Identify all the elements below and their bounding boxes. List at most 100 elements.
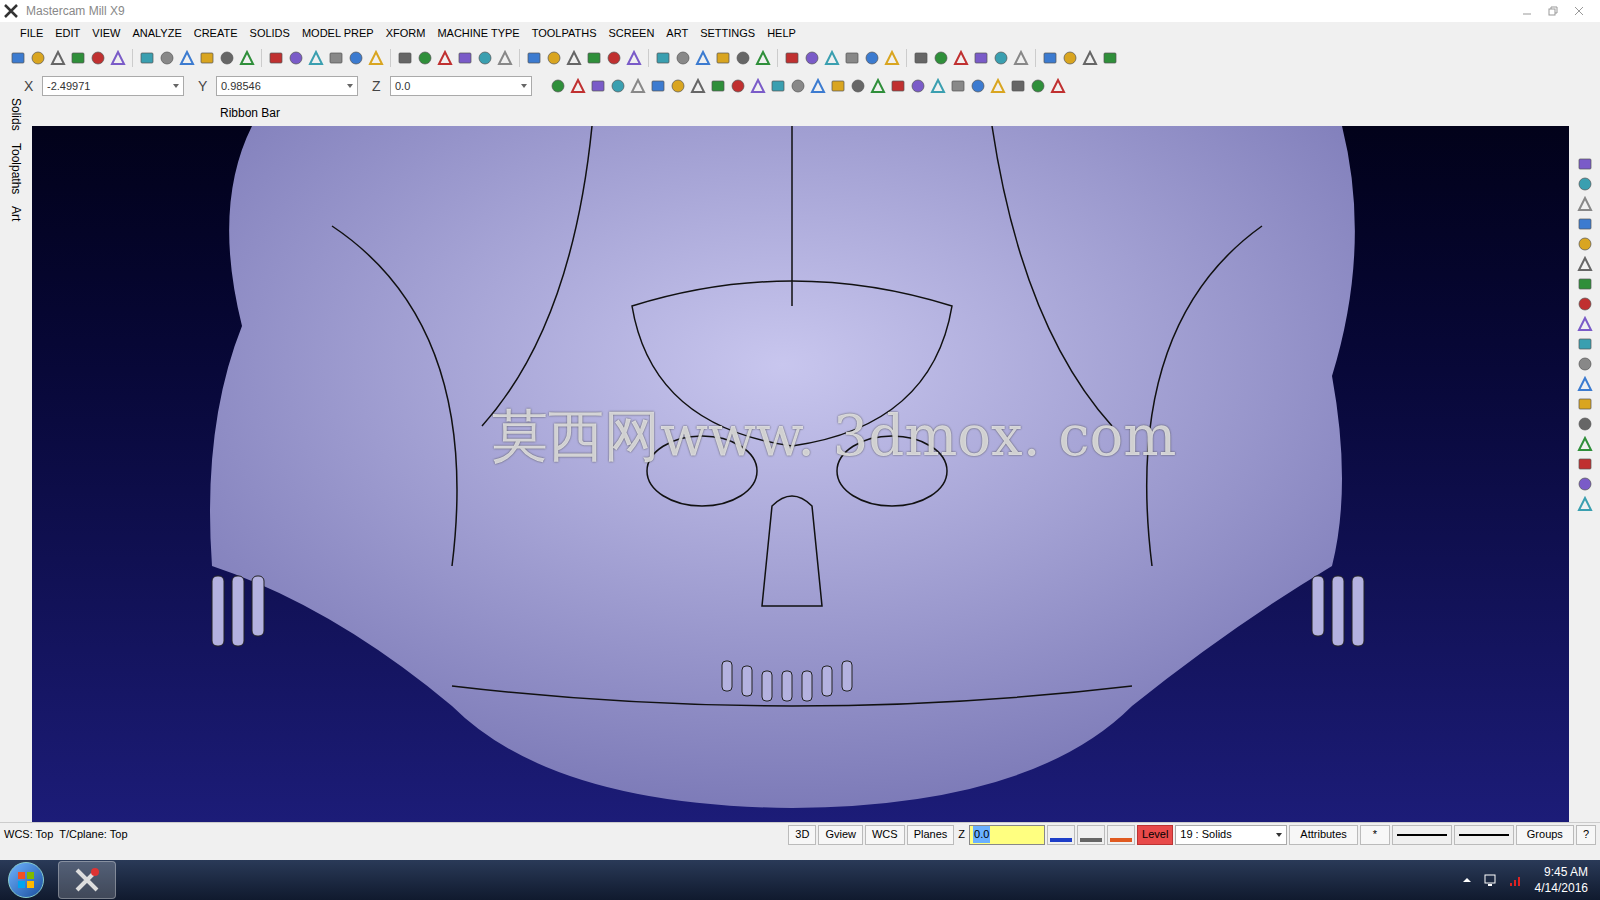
menu-item[interactable]: CREATE xyxy=(188,25,244,42)
tool-icon[interactable] xyxy=(870,78,886,94)
tool-icon[interactable] xyxy=(910,78,926,94)
tool-icon[interactable] xyxy=(1010,78,1026,94)
tool-icon[interactable] xyxy=(784,50,800,66)
tool-icon[interactable] xyxy=(586,50,602,66)
tool-icon[interactable] xyxy=(626,50,642,66)
tool-icon[interactable] xyxy=(864,50,880,66)
tool-icon[interactable] xyxy=(610,78,626,94)
level-dropdown[interactable]: 19 : Solids xyxy=(1175,825,1287,845)
network-icon[interactable] xyxy=(1483,873,1497,887)
tool-icon[interactable] xyxy=(675,50,691,66)
menu-item[interactable]: VIEW xyxy=(86,25,126,42)
dropdown-arrow-icon[interactable] xyxy=(1276,833,1282,837)
line-style-dropdown[interactable] xyxy=(1454,825,1514,845)
tool-icon[interactable] xyxy=(397,50,413,66)
tool-icon[interactable] xyxy=(1577,236,1593,252)
coordinate-field[interactable]: -2.49971 xyxy=(42,76,184,96)
tool-icon[interactable] xyxy=(695,50,711,66)
tool-icon[interactable] xyxy=(824,50,840,66)
tool-icon[interactable] xyxy=(1082,50,1098,66)
tool-icon[interactable] xyxy=(730,78,746,94)
dropdown-arrow-icon[interactable] xyxy=(521,84,527,88)
tool-icon[interactable] xyxy=(239,50,255,66)
menu-item[interactable]: ANALYZE xyxy=(126,25,187,42)
tool-icon[interactable] xyxy=(417,50,433,66)
tool-icon[interactable] xyxy=(930,78,946,94)
menu-item[interactable]: HELP xyxy=(761,25,802,42)
tool-icon[interactable] xyxy=(139,50,155,66)
tool-icon[interactable] xyxy=(570,78,586,94)
tool-icon[interactable] xyxy=(1577,476,1593,492)
tool-icon[interactable] xyxy=(810,78,826,94)
tool-icon[interactable] xyxy=(884,50,900,66)
tool-icon[interactable] xyxy=(368,50,384,66)
restore-icon[interactable] xyxy=(1548,6,1558,16)
side-tab[interactable]: Solids xyxy=(3,98,29,131)
level-button[interactable]: Level xyxy=(1137,825,1173,845)
tool-icon[interactable] xyxy=(735,50,751,66)
tool-icon[interactable] xyxy=(566,50,582,66)
tool-icon[interactable] xyxy=(457,50,473,66)
tool-icon[interactable] xyxy=(1577,156,1593,172)
tool-icon[interactable] xyxy=(933,50,949,66)
color-button[interactable] xyxy=(1047,825,1075,845)
menu-item[interactable]: TOOLPATHS xyxy=(526,25,603,42)
tool-icon[interactable] xyxy=(1577,276,1593,292)
tool-icon[interactable] xyxy=(10,50,26,66)
tool-icon[interactable] xyxy=(1577,196,1593,212)
tool-icon[interactable] xyxy=(1577,376,1593,392)
tool-icon[interactable] xyxy=(1030,78,1046,94)
tool-icon[interactable] xyxy=(219,50,235,66)
line-style-dropdown[interactable] xyxy=(1392,825,1452,845)
tool-icon[interactable] xyxy=(526,50,542,66)
tool-icon[interactable] xyxy=(30,50,46,66)
status-button[interactable]: Gview xyxy=(818,825,863,845)
tool-icon[interactable] xyxy=(630,78,646,94)
status-button[interactable]: 3D xyxy=(788,825,816,845)
side-tab[interactable]: Art xyxy=(3,206,29,221)
tool-icon[interactable] xyxy=(590,78,606,94)
menu-item[interactable]: XFORM xyxy=(380,25,432,42)
tool-icon[interactable] xyxy=(288,50,304,66)
tool-icon[interactable] xyxy=(973,50,989,66)
tool-icon[interactable] xyxy=(199,50,215,66)
tool-icon[interactable] xyxy=(477,50,493,66)
tool-icon[interactable] xyxy=(110,50,126,66)
tool-icon[interactable] xyxy=(1042,50,1058,66)
close-icon[interactable] xyxy=(1574,6,1584,16)
tool-icon[interactable] xyxy=(715,50,731,66)
mastercam-taskbar-button[interactable] xyxy=(58,861,116,899)
start-button[interactable] xyxy=(8,862,44,898)
tool-icon[interactable] xyxy=(1013,50,1029,66)
tool-icon[interactable] xyxy=(550,78,566,94)
tool-icon[interactable] xyxy=(1577,256,1593,272)
clock-time[interactable]: 9:45 AM xyxy=(1544,864,1588,880)
tool-icon[interactable] xyxy=(1577,216,1593,232)
tool-icon[interactable] xyxy=(990,78,1006,94)
tool-icon[interactable] xyxy=(606,50,622,66)
color-button[interactable] xyxy=(1107,825,1135,845)
tool-icon[interactable] xyxy=(1577,336,1593,352)
tool-icon[interactable] xyxy=(770,78,786,94)
color-button[interactable] xyxy=(1077,825,1105,845)
status-button[interactable]: WCS xyxy=(865,825,905,845)
tool-icon[interactable] xyxy=(90,50,106,66)
dropdown-arrow-icon[interactable] xyxy=(173,84,179,88)
status-button[interactable]: Groups xyxy=(1516,825,1574,845)
tool-icon[interactable] xyxy=(70,50,86,66)
tool-icon[interactable] xyxy=(670,78,686,94)
dropdown-arrow-icon[interactable] xyxy=(347,84,353,88)
tool-icon[interactable] xyxy=(1577,436,1593,452)
tool-icon[interactable] xyxy=(1577,356,1593,372)
tool-icon[interactable] xyxy=(437,50,453,66)
tool-icon[interactable] xyxy=(913,50,929,66)
tool-icon[interactable] xyxy=(844,50,860,66)
tool-icon[interactable] xyxy=(890,78,906,94)
menu-item[interactable]: SOLIDS xyxy=(244,25,296,42)
tool-icon[interactable] xyxy=(1577,496,1593,512)
clock-date[interactable]: 4/14/2016 xyxy=(1535,880,1588,896)
tray-arrow-icon[interactable] xyxy=(1463,876,1471,884)
tool-icon[interactable] xyxy=(804,50,820,66)
tool-icon[interactable] xyxy=(650,78,666,94)
tool-icon[interactable] xyxy=(348,50,364,66)
